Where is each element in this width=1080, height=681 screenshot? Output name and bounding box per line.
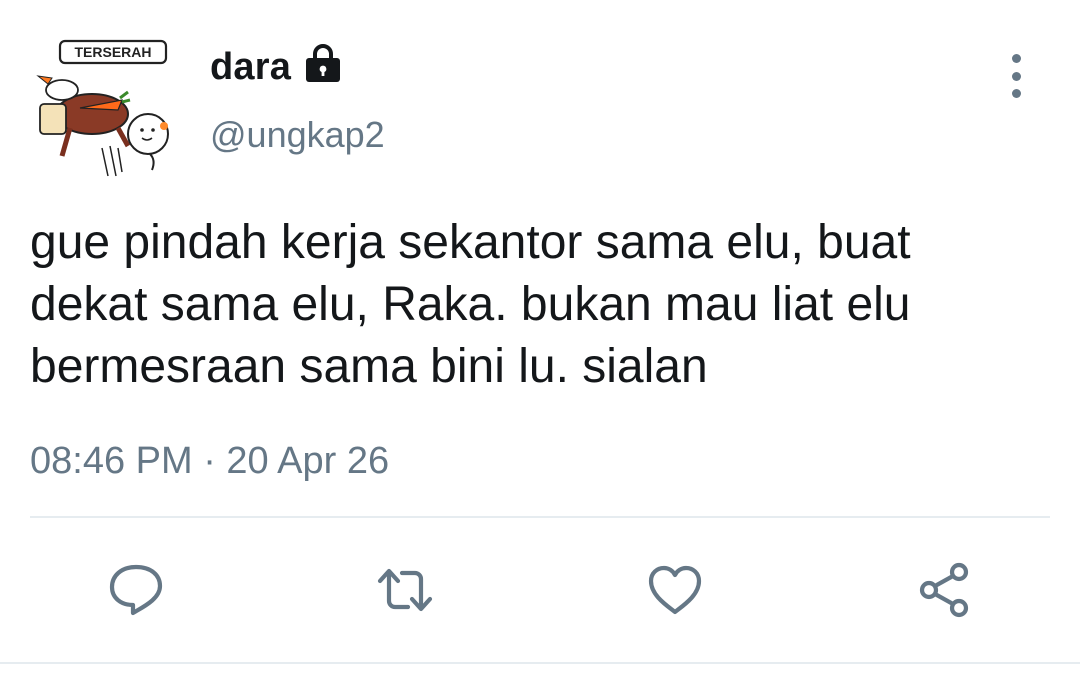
cartoon-avatar-icon: TERSERAH	[36, 39, 169, 177]
retweet-button[interactable]	[370, 555, 440, 625]
tweet-text: gue pindah kerja sekantor sama elu, buat…	[30, 216, 911, 393]
more-dot	[1011, 71, 1021, 81]
divider	[0, 662, 1080, 664]
action-bar	[0, 555, 1080, 625]
comment-icon	[109, 564, 163, 616]
avatar[interactable]: TERSERAH	[30, 36, 180, 186]
more-dot	[1011, 89, 1021, 98]
divider	[30, 516, 1050, 518]
display-name[interactable]: dara	[210, 42, 291, 92]
share-button[interactable]	[909, 555, 979, 625]
more-dot	[1011, 54, 1021, 63]
retweet-icon	[377, 568, 433, 612]
avatar-badge-text: TERSERAH	[74, 44, 151, 60]
more-vertical-icon[interactable]	[994, 54, 1038, 98]
share-icon	[919, 562, 969, 618]
reply-button[interactable]	[101, 555, 171, 625]
heart-icon	[648, 565, 702, 615]
user-handle[interactable]: @ungkap2	[210, 112, 385, 158]
like-button[interactable]	[640, 555, 710, 625]
tweet-card: TERSERAH dara @ungkap2 gue pindah kerja …	[0, 0, 1080, 681]
tweet-timestamp[interactable]: 08:46 PM · 20 Apr 26	[30, 436, 389, 486]
lock-icon	[306, 44, 340, 82]
